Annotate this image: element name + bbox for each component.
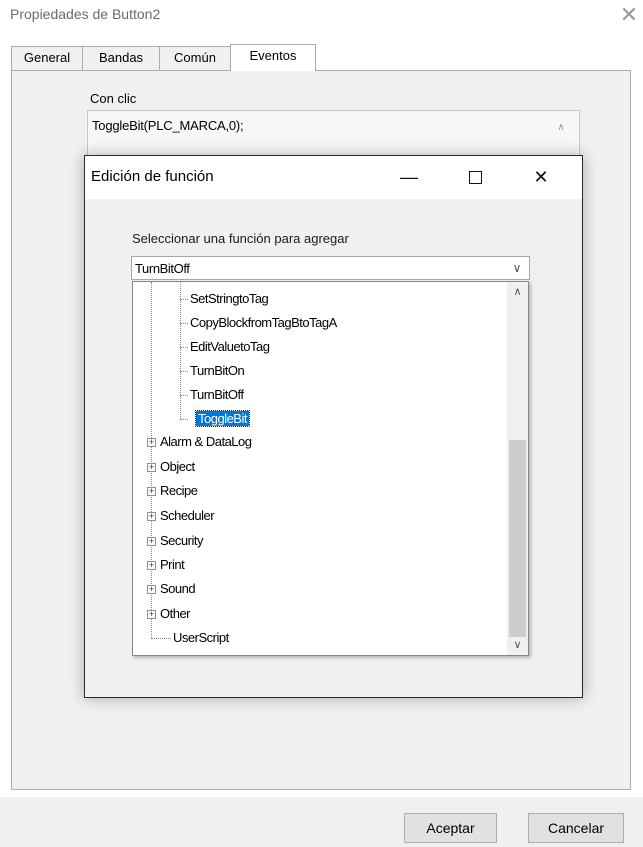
cancel-button[interactable]: Cancelar [528,813,624,843]
tree-connector [180,395,188,396]
tab-general[interactable]: General [11,46,83,70]
maximize-icon[interactable] [452,156,498,199]
tree-group-security[interactable]: Security [160,533,203,548]
tree-group-sound[interactable]: Sound [160,581,196,596]
tree-connector [151,638,171,639]
tree-item-turnbiton[interactable]: TurnBitOn [190,363,245,378]
tree-group-recipe[interactable]: Recipe [160,483,198,498]
maximize-box [469,171,482,184]
tree-item-editvaluetotag[interactable]: EditValuetoTag [190,339,270,354]
scrollbar-thumb[interactable] [509,440,526,637]
dialog-title-bar: Edición de función — ✕ [85,156,582,199]
expand-icon[interactable]: + [147,487,156,496]
tree-group-other[interactable]: Other [160,606,191,621]
onclick-script-text: ToggleBit(PLC_MARCA,0); [92,118,244,133]
close-icon[interactable]: ✕ [518,156,564,199]
tree-connector [180,419,188,420]
expand-icon[interactable]: + [147,537,156,546]
function-select[interactable]: TurnBitOff ∨ [131,256,530,280]
function-edit-dialog: Edición de función — ✕ Seleccionar una f… [84,155,583,698]
expand-icon[interactable]: + [147,512,156,521]
expand-icon[interactable]: + [147,438,156,447]
function-tree[interactable]: SetStringtoTag CopyBlockfromTagBtoTagA E… [132,281,529,656]
tree-connector [180,347,188,348]
dialog-title: Edición de función [91,168,214,185]
tree-scrollbar[interactable]: ∧ ∨ [507,282,528,655]
tree-group-object[interactable]: Object [160,459,195,474]
expand-icon[interactable]: + [147,585,156,594]
close-icon[interactable]: ✕ [616,2,642,28]
tab-comun[interactable]: Común [159,46,231,70]
tree-item-setstringtotag[interactable]: SetStringtoTag [190,291,269,306]
tree-item-userscript[interactable]: UserScript [173,630,229,645]
onclick-script-field[interactable]: ToggleBit(PLC_MARCA,0); ∧ [87,110,580,156]
minimize-icon[interactable]: — [386,156,432,199]
tab-bandas[interactable]: Bandas [82,46,160,70]
window-title: Propiedades de Button2 [10,6,161,22]
tab-strip: General Bandas Común Eventos [11,44,631,71]
chevron-down-icon[interactable]: ∨ [507,258,527,278]
tree-group-print[interactable]: Print [160,557,185,572]
accept-button[interactable]: Aceptar [404,813,497,843]
tree-item-copyblock[interactable]: CopyBlockfromTagBtoTagA [190,315,337,330]
onclick-label: Con clic [90,91,137,106]
window-title-bar: Propiedades de Button2 ✕ [0,0,643,34]
tree-connector [180,299,188,300]
function-select-value: TurnBitOff [135,261,190,276]
expand-icon[interactable]: + [147,463,156,472]
tab-eventos[interactable]: Eventos [230,44,316,71]
tree-group-scheduler[interactable]: Scheduler [160,508,215,523]
tree-group-alarm-datalog[interactable]: Alarm & DataLog [160,434,252,449]
chevron-up-icon[interactable]: ∧ [507,284,528,301]
tree-item-togglebit[interactable]: ToggleBit [195,410,250,427]
expand-icon[interactable]: + [147,610,156,619]
tree-connector [180,323,188,324]
tree-branch-line [180,282,181,419]
expand-icon[interactable]: + [147,561,156,570]
function-select-label: Seleccionar una función para agregar [132,231,349,246]
tree-connector [180,371,188,372]
chevron-down-icon[interactable]: ∨ [507,637,528,654]
chevron-up-icon[interactable]: ∧ [553,120,569,136]
tree-item-turnbitoff[interactable]: TurnBitOff [190,387,244,402]
dialog-footer: Aceptar Cancelar [0,797,643,847]
